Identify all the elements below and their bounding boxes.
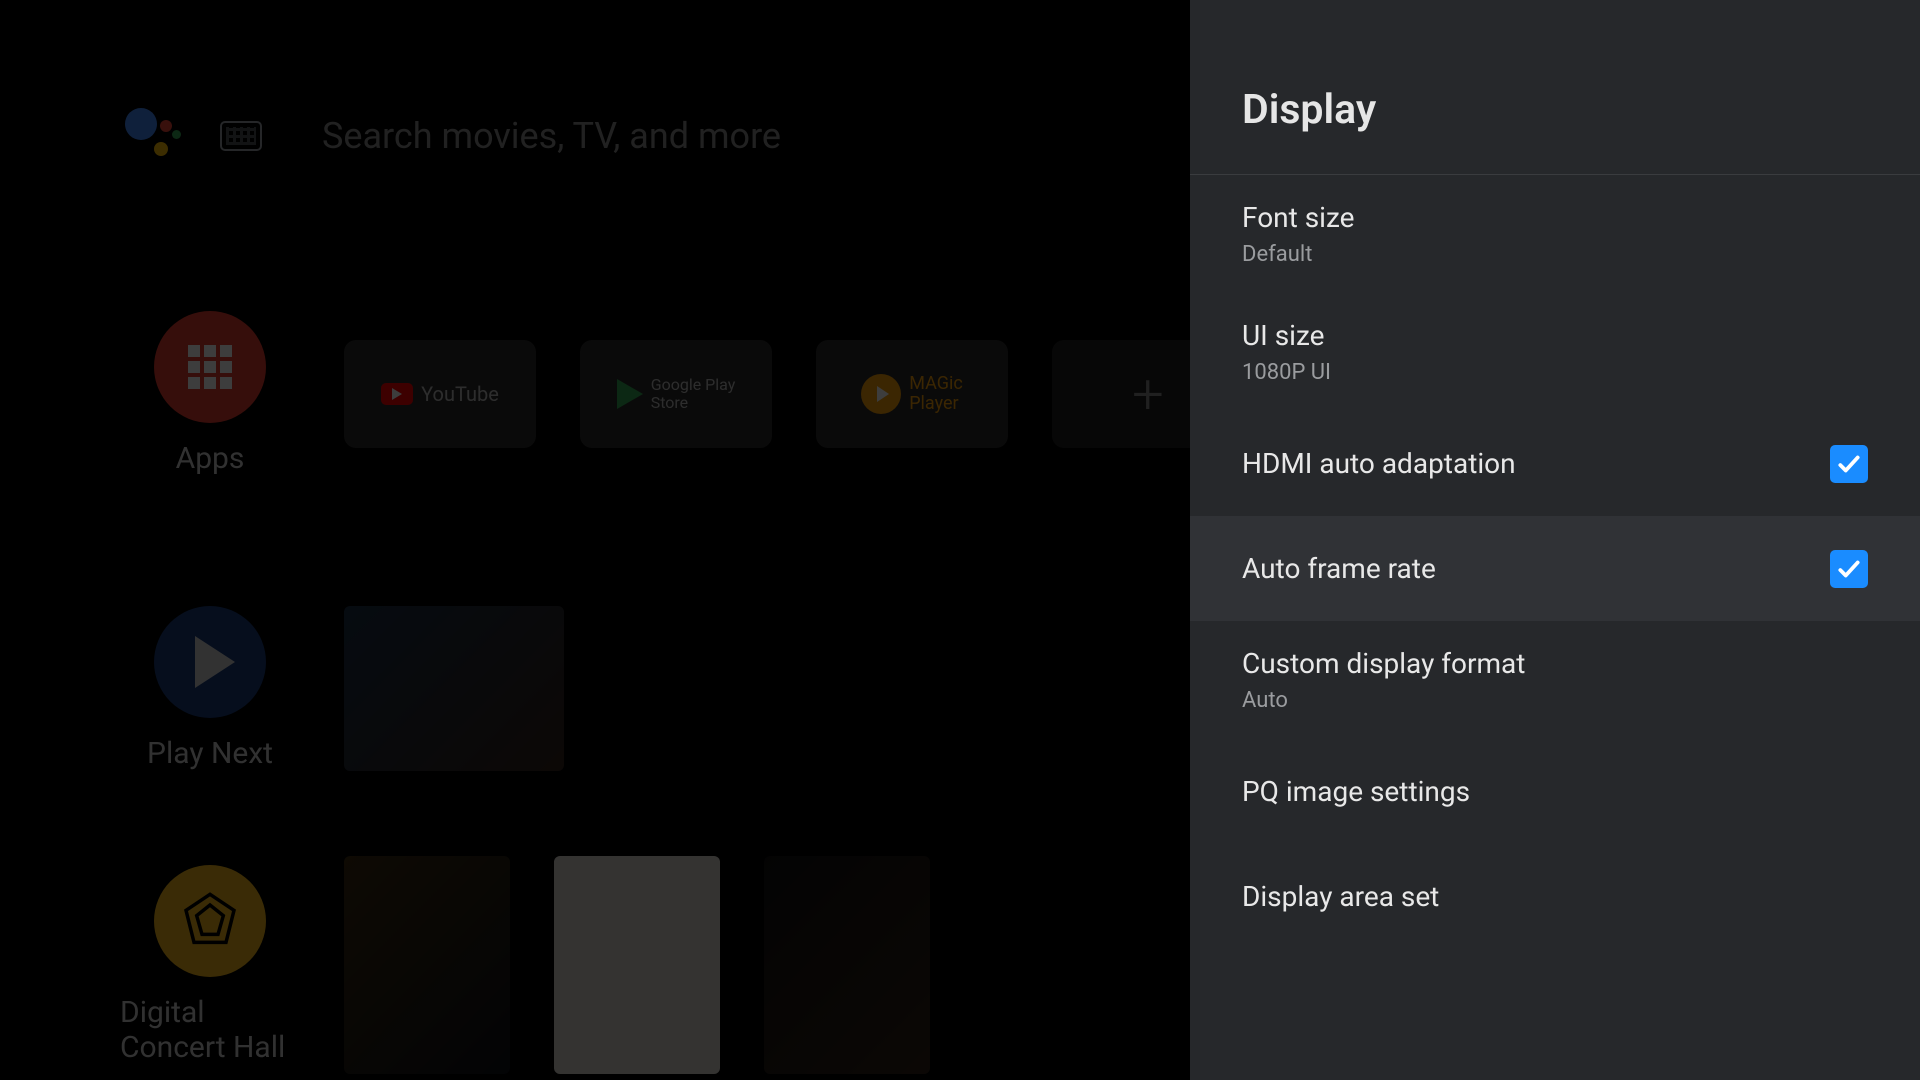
settings-item-font-size[interactable]: Font size Default — [1190, 175, 1920, 293]
settings-item-auto-frame-rate[interactable]: Auto frame rate — [1190, 516, 1920, 621]
magic-player-icon — [861, 374, 901, 414]
settings-item-value: 1080P UI — [1242, 360, 1331, 385]
settings-item-title: Display area set — [1242, 880, 1439, 913]
app-card-label: Store — [651, 394, 736, 412]
settings-item-title: Auto frame rate — [1242, 552, 1436, 585]
settings-item-value: Default — [1242, 242, 1355, 267]
play-next-rail-label: Play Next — [147, 736, 273, 771]
settings-item-display-area-set[interactable]: Display area set — [1190, 844, 1920, 949]
apps-rail-head[interactable]: Apps — [120, 311, 300, 476]
settings-item-pq-image-settings[interactable]: PQ image settings — [1190, 739, 1920, 844]
dch-rail-head[interactable]: Digital Concert Hall — [120, 865, 300, 1065]
settings-item-ui-size[interactable]: UI size 1080P UI — [1190, 293, 1920, 411]
play-icon — [154, 606, 266, 718]
apps-grid-icon — [154, 311, 266, 423]
content-card[interactable] — [344, 606, 564, 771]
play-store-icon — [617, 379, 643, 409]
assistant-icon[interactable] — [120, 106, 180, 166]
settings-item-title: UI size — [1242, 319, 1331, 352]
app-card-label: YouTube — [421, 382, 499, 406]
youtube-icon — [381, 383, 413, 405]
dch-rail-label: Digital Concert Hall — [120, 995, 300, 1065]
display-settings-panel: Display Font size Default UI size 1080P … — [1190, 0, 1920, 1080]
settings-item-title: Font size — [1242, 201, 1355, 234]
settings-panel-header: Display — [1190, 0, 1920, 175]
checkbox-checked-icon[interactable] — [1830, 550, 1868, 588]
keyboard-icon[interactable] — [220, 121, 262, 151]
panel-title: Display — [1242, 86, 1920, 134]
settings-item-title: PQ image settings — [1242, 775, 1470, 808]
app-card-youtube[interactable]: YouTube — [344, 340, 536, 448]
settings-item-hdmi-auto-adaptation[interactable]: HDMI auto adaptation — [1190, 411, 1920, 516]
dch-icon — [154, 865, 266, 977]
app-card-label: Google Play — [651, 376, 736, 394]
settings-item-title: HDMI auto adaptation — [1242, 447, 1516, 480]
plus-icon: + — [1132, 361, 1164, 427]
content-card[interactable] — [554, 856, 720, 1074]
content-card[interactable] — [764, 856, 930, 1074]
settings-item-value: Auto — [1242, 688, 1525, 713]
app-card-magic-player[interactable]: MAGic Player — [816, 340, 1008, 448]
content-card[interactable] — [344, 856, 510, 1074]
settings-item-custom-display-format[interactable]: Custom display format Auto — [1190, 621, 1920, 739]
app-card-label: Player — [909, 394, 963, 414]
play-next-rail-head[interactable]: Play Next — [120, 606, 300, 771]
search-input[interactable]: Search movies, TV, and more — [322, 115, 781, 157]
app-card-google-play[interactable]: Google Play Store — [580, 340, 772, 448]
settings-item-title: Custom display format — [1242, 647, 1525, 680]
app-card-label: MAGic — [909, 374, 963, 394]
checkbox-checked-icon[interactable] — [1830, 445, 1868, 483]
apps-rail-label: Apps — [176, 441, 245, 476]
